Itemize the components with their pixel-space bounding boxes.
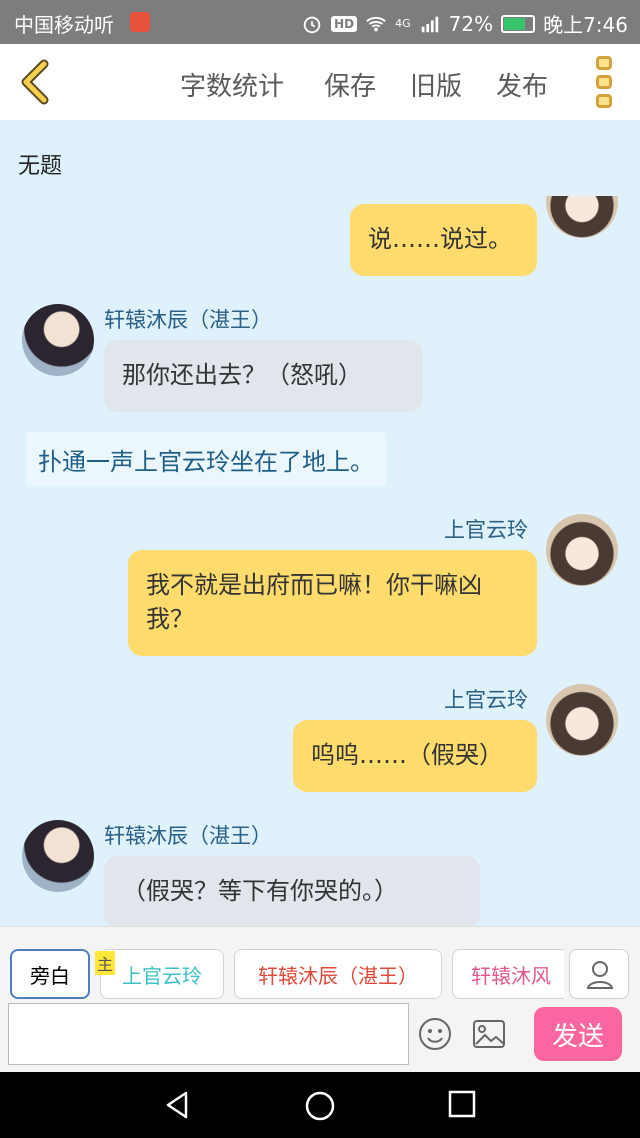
send-button[interactable]: 发送 [534, 1007, 622, 1061]
speaker-name: 上官云玲 [444, 688, 528, 712]
network-type: 4G [395, 17, 411, 30]
main-role-badge: 主 [95, 951, 116, 975]
alarm-icon [303, 16, 321, 33]
menu-dots-icon[interactable] [596, 56, 614, 108]
role-label: 轩辕沐风 [471, 963, 551, 988]
message-bubble[interactable]: 我不就是出府而已嘛！你干嘛凶我？ [128, 550, 537, 656]
role-label: 轩辕沐辰（湛王） [258, 963, 418, 988]
emoji-icon[interactable] [418, 1017, 452, 1051]
role-shangguan-yunling[interactable]: 上官云玲 [100, 949, 224, 999]
speaker-name: 上官云玲 [444, 518, 528, 542]
message-bubble[interactable]: （假哭？等下有你哭的。） [104, 856, 480, 926]
person-icon [586, 961, 614, 989]
system-nav-bar [0, 1072, 640, 1138]
image-icon[interactable] [472, 1019, 506, 1049]
hd-badge: HD [331, 15, 358, 32]
status-icons: HD 4G 72% 晚上7:46 [301, 9, 628, 38]
avatar [22, 820, 94, 892]
role-label: 上官云玲 [122, 963, 202, 988]
back-chevron-icon[interactable] [14, 58, 54, 106]
message-bubble[interactable]: 那你还出去？（怒吼） [104, 340, 423, 412]
battery-icon [501, 14, 536, 33]
word-count-button[interactable]: 字数统计 [180, 66, 284, 103]
wifi-icon [366, 16, 386, 31]
role-label: 旁白 [30, 963, 70, 988]
message-bubble[interactable]: 说……说过。 [350, 204, 537, 276]
speaker-name: 轩辕沐辰（湛王） [104, 308, 272, 332]
chat-area: 无题 说……说过。 轩辕沐辰（湛王） 那你还出去？（怒吼） 扑通一声上官云玲坐在… [0, 120, 640, 926]
document-title[interactable]: 无题 [18, 148, 62, 180]
android-back-icon[interactable] [162, 1090, 192, 1120]
android-home-icon[interactable] [304, 1090, 336, 1122]
avatar [546, 514, 618, 586]
composer-panel: 旁白 上官云玲 主 轩辕沐辰（湛王） 轩辕沐风 发送 [0, 926, 640, 1072]
notification-icon [130, 12, 150, 32]
save-button[interactable]: 保存 [324, 66, 376, 103]
avatar [546, 684, 618, 756]
narration-text[interactable]: 扑通一声上官云玲坐在了地上。 [26, 432, 386, 486]
speaker-name: 轩辕沐辰（湛王） [104, 824, 272, 848]
message-input[interactable] [8, 1003, 409, 1065]
avatar [22, 304, 94, 376]
old-version-button[interactable]: 旧版 [410, 66, 462, 103]
character-manager-button[interactable] [569, 949, 629, 999]
status-bar: 中国移动听 HD 4G 72% 晚上7:46 [0, 0, 640, 44]
avatar [546, 196, 618, 238]
android-recents-icon[interactable] [448, 1090, 476, 1118]
publish-button[interactable]: 发布 [496, 66, 548, 103]
carrier-name: 中国移动听 [14, 13, 114, 37]
role-narrator[interactable]: 旁白 [10, 949, 90, 999]
message-bubble[interactable]: 呜呜……（假哭） [293, 720, 537, 792]
battery-percent: 72% [448, 11, 494, 36]
top-toolbar: 字数统计 保存 旧版 发布 [0, 44, 640, 120]
signal-icon [421, 16, 438, 32]
role-xuanyuan-muchen[interactable]: 轩辕沐辰（湛王） [234, 949, 442, 999]
clock: 晚上7:46 [543, 13, 628, 37]
role-xuanyuan-mufeng[interactable]: 轩辕沐风 [452, 949, 564, 999]
